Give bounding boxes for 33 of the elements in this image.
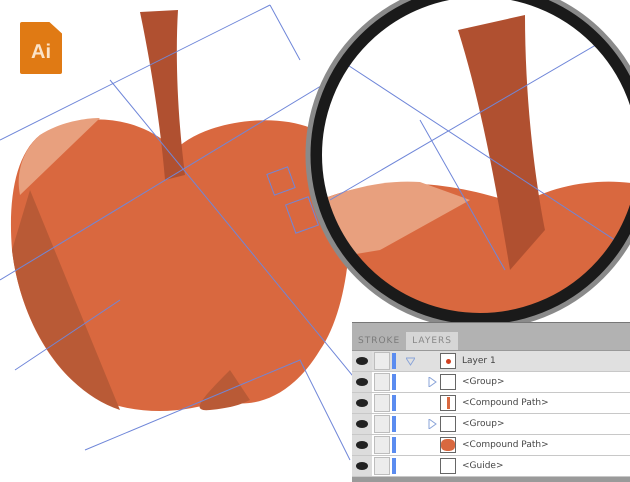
layer-row[interactable]: <Guide> [352, 456, 630, 477]
lock-toggle[interactable] [374, 436, 390, 454]
layer-color-bar [392, 458, 396, 474]
eye-icon[interactable] [356, 462, 368, 470]
lock-toggle[interactable] [374, 373, 390, 391]
layer-thumbnail-icon [440, 437, 456, 453]
layer-row[interactable]: <Group> [352, 372, 630, 393]
layer-color-bar [392, 353, 396, 369]
layer-thumbnail-icon [440, 416, 456, 432]
layer-color-bar [392, 437, 396, 453]
lock-toggle[interactable] [374, 394, 390, 412]
layer-color-bar [392, 395, 396, 411]
app-logo-text: Ai [31, 40, 51, 64]
collapsed-arrow-icon[interactable] [428, 377, 437, 387]
lock-toggle[interactable] [374, 457, 390, 475]
layer-row[interactable]: <Group> [352, 414, 630, 435]
eye-icon[interactable] [356, 378, 368, 386]
layer-thumbnail-icon [440, 395, 456, 411]
eye-icon[interactable] [356, 357, 368, 365]
layer-row[interactable]: <Compound Path> [352, 393, 630, 414]
layer-color-bar [392, 416, 396, 432]
layer-row[interactable]: <Compound Path> [352, 435, 630, 456]
lock-toggle[interactable] [374, 415, 390, 433]
layer-thumbnail-icon [440, 458, 456, 474]
eye-icon[interactable] [356, 441, 368, 449]
eye-icon[interactable] [356, 420, 368, 428]
layer-color-bar [392, 374, 396, 390]
layer-thumbnail-icon [440, 353, 456, 369]
expanded-arrow-icon[interactable] [406, 356, 415, 366]
layer-thumbnail-icon [440, 374, 456, 390]
eye-icon[interactable] [356, 399, 368, 407]
collapsed-arrow-icon[interactable] [428, 419, 437, 429]
lock-toggle[interactable] [374, 352, 390, 370]
